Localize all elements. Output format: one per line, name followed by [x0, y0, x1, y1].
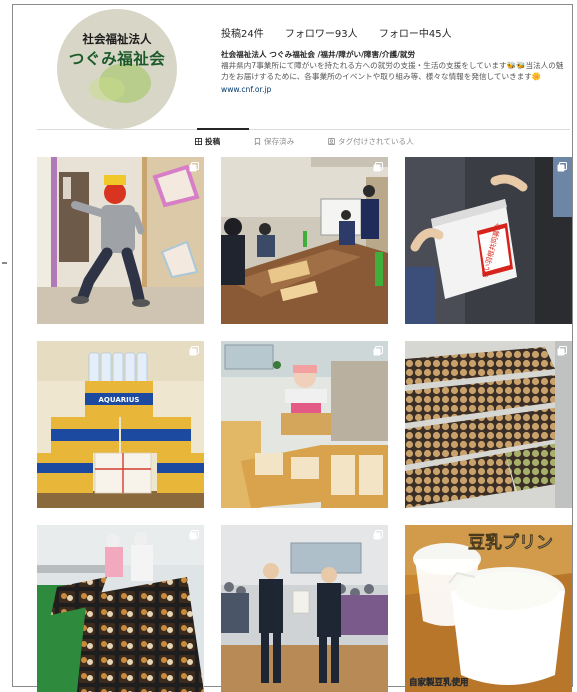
- post-tile-9[interactable]: 豆乳プリン 自家製豆乳使用: [405, 525, 572, 692]
- avatar-org-name: つぐみ福祉会: [68, 50, 166, 68]
- post-tile-5[interactable]: [221, 341, 388, 508]
- multi-photo-icon: [189, 346, 199, 356]
- profile-name: 社会福祉法人 つぐみ福祉会 /福井/障がい/障害/介護/就労: [221, 50, 416, 59]
- bio-text: 福井県内7事業所にて障がいを持たれる方への就労の支援・生活の支援をしています🐝🐝…: [221, 61, 564, 81]
- profile-avatar[interactable]: 社会福祉法人 つぐみ福祉会: [57, 9, 177, 129]
- post-tile-7[interactable]: [37, 525, 204, 692]
- multi-photo-icon: [189, 162, 199, 172]
- post-tile-1[interactable]: [37, 157, 204, 324]
- tab-posts-label: 投稿: [205, 137, 221, 146]
- page-edge-mark: [2, 262, 7, 264]
- tab-tagged[interactable]: タグ付けされている人: [328, 136, 414, 147]
- post-photo-costume-pose: [37, 157, 204, 324]
- post-photo-soy-pudding: 豆乳プリン 自家製豆乳使用: [405, 525, 572, 692]
- post-tile-3[interactable]: 赤い羽根共同募金: [405, 157, 572, 324]
- post-photo-donation-box: 赤い羽根共同募金: [405, 157, 572, 324]
- post-photo-presentation-ceremony: [221, 525, 388, 692]
- post-photo-bakery-worker: [221, 341, 388, 508]
- multi-photo-icon: [373, 346, 383, 356]
- multi-photo-icon: [557, 346, 567, 356]
- tab-saved[interactable]: 保存済み: [254, 136, 294, 147]
- pudding-title-text: 豆乳プリン: [468, 532, 553, 553]
- aquarius-label-text: AQUARIUS: [99, 396, 140, 404]
- tab-tagged-label: タグ付けされている人: [338, 137, 414, 146]
- post-tile-2[interactable]: [221, 157, 388, 324]
- post-tile-4[interactable]: AQUARIUS: [37, 341, 204, 508]
- profile-bio: 社会福祉法人 つぐみ福祉会 /福井/障がい/障害/介護/就労 福井県内7事業所に…: [221, 49, 571, 95]
- post-photo-bento-kitchen: [37, 525, 204, 692]
- post-tile-6[interactable]: [405, 341, 572, 508]
- post-photo-cookie-trays: [405, 341, 572, 508]
- pudding-footer-text: 自家製豆乳使用: [409, 677, 469, 688]
- bookmark-icon: [254, 138, 261, 145]
- active-tab-indicator: [197, 128, 249, 130]
- multi-photo-icon: [373, 162, 383, 172]
- profile-stats: 投稿24件 フォロワー93人 フォロー中45人: [221, 25, 470, 40]
- instagram-profile-frame: 社会福祉法人 つぐみ福祉会 投稿24件 フォロワー93人 フォロー中45人 社会…: [12, 4, 573, 692]
- followers-count[interactable]: フォロワー93人: [285, 29, 358, 40]
- multi-photo-icon: [557, 162, 567, 172]
- grid-icon: [195, 138, 202, 145]
- profile-website-link[interactable]: www.cnf.or.jp: [221, 84, 571, 95]
- tab-saved-label: 保存済み: [264, 137, 295, 146]
- tab-posts[interactable]: 投稿: [195, 136, 220, 147]
- post-tile-8[interactable]: [221, 525, 388, 692]
- avatar-org-prefix: 社会福祉法人: [82, 32, 152, 46]
- multi-photo-icon: [373, 530, 383, 540]
- tabs-divider: [37, 128, 570, 130]
- tag-person-icon: [328, 138, 335, 145]
- post-photo-drink-donation: AQUARIUS: [37, 341, 204, 508]
- following-count[interactable]: フォロー中45人: [379, 29, 452, 40]
- posts-count: 投稿24件: [221, 29, 264, 40]
- multi-photo-icon: [189, 530, 199, 540]
- post-photo-classroom-meeting: [221, 157, 388, 324]
